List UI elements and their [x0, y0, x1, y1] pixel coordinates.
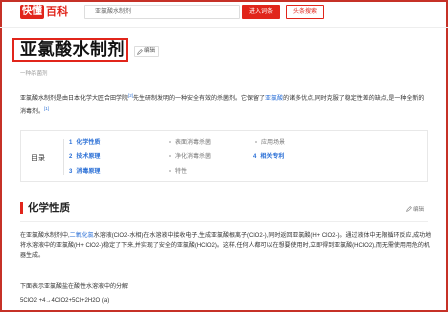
- toutiao-search-button[interactable]: 头条搜索: [286, 5, 324, 19]
- header-divider: [0, 27, 448, 28]
- link-chlorous-acid[interactable]: 亚氯酸: [265, 96, 283, 102]
- section-divider: [20, 221, 428, 222]
- toc-sub-application-scenarios[interactable]: 应用场景: [255, 139, 285, 147]
- toc-item-related-patents[interactable]: 4 相关专利: [253, 153, 284, 161]
- table-of-contents: 目录 1 化学性质 2 技术原理 3 消毒原理 表面消毒杀菌 净化消毒杀菌 特性 应用…: [20, 130, 428, 182]
- edit-label: 编辑: [144, 48, 156, 54]
- logo-text: 百科: [46, 6, 68, 18]
- toc-number: 2: [69, 154, 73, 160]
- entry-subtitle: 一种杀菌剂: [20, 71, 48, 77]
- toc-sub-label: 表面消毒杀菌: [175, 140, 212, 146]
- logo-badge: 快懂: [20, 5, 44, 19]
- intro-text-1: 亚氯酸水制剂是由日本化学大匠合田学院: [20, 96, 129, 102]
- toc-number: 4: [253, 154, 257, 160]
- bullet-icon: [169, 155, 171, 158]
- enter-entry-button[interactable]: 进入词条: [242, 5, 280, 19]
- toc-item-label: 相关专利: [260, 154, 285, 160]
- toc-sub-label: 净化消毒杀菌: [175, 154, 212, 160]
- section-title: 化学性质: [28, 202, 70, 214]
- toc-item-label: 消毒原理: [76, 169, 101, 175]
- bullet-icon: [169, 141, 171, 144]
- para-text-1: 在亚氯酸水制剂中,: [20, 233, 70, 239]
- toc-item-label: 化学性质: [76, 140, 101, 146]
- bullet-icon: [169, 170, 171, 173]
- section-edit-label: 编辑: [412, 207, 424, 213]
- section-edit-button[interactable]: 编辑: [406, 205, 424, 213]
- bullet-icon: [255, 141, 257, 144]
- top-header: 快懂 百科 亚氯酸水制剂 进入词条 头条搜索: [0, 0, 448, 22]
- section-header-chemical-properties: 化学性质 编辑: [20, 201, 428, 215]
- reference-1[interactable]: [1]: [44, 106, 49, 111]
- chemical-properties-paragraph: 在亚氯酸水制剂中,二氧化氯水溶液(ClO2-水相)在水溶液中接收电子,生成亚氯酸…: [20, 231, 432, 261]
- intro-text-2: 先生研制发明的一种安全有效的杀菌剂。它保留了: [133, 96, 266, 102]
- page-title: 亚氯酸水制剂: [20, 40, 125, 59]
- intro-paragraph: 亚氯酸水制剂是由日本化学大匠合田学院[2]先生研制发明的一种安全有效的杀菌剂。它…: [20, 91, 430, 117]
- toc-divider: [63, 139, 64, 175]
- toc-number: 1: [69, 140, 73, 146]
- decomposition-intro: 下面表示亚氯酸盐在酸性水溶液中的分解: [20, 284, 129, 290]
- toc-item-technical-principle[interactable]: 2 技术原理: [69, 153, 100, 161]
- pencil-icon: [406, 206, 412, 212]
- toc-item-label: 技术原理: [76, 154, 101, 160]
- toc-sub-label: 应用场景: [261, 140, 286, 146]
- pencil-icon: [137, 48, 143, 55]
- toc-item-disinfection-principle[interactable]: 3 消毒原理: [69, 168, 100, 176]
- reaction-formula: 5ClO2 +4→4ClO2+5Cl+2H2O (a): [20, 298, 110, 304]
- toc-sub-surface-disinfection[interactable]: 表面消毒杀菌: [169, 139, 211, 147]
- edit-entry-button[interactable]: 编辑: [134, 46, 160, 57]
- site-logo[interactable]: 快懂 百科: [20, 5, 68, 19]
- search-input[interactable]: 亚氯酸水制剂: [84, 5, 240, 19]
- toc-item-chemical-properties[interactable]: 1 化学性质: [69, 139, 100, 147]
- toc-sub-characteristics[interactable]: 特性: [169, 168, 187, 176]
- toc-sub-purification-disinfection[interactable]: 净化消毒杀菌: [169, 153, 211, 161]
- section-accent-bar: [20, 202, 23, 214]
- toc-number: 3: [69, 169, 73, 175]
- link-chlorine-dioxide[interactable]: 二氧化氯: [70, 233, 94, 239]
- toc-label: 目录: [31, 155, 45, 162]
- toc-sub-label: 特性: [175, 169, 188, 175]
